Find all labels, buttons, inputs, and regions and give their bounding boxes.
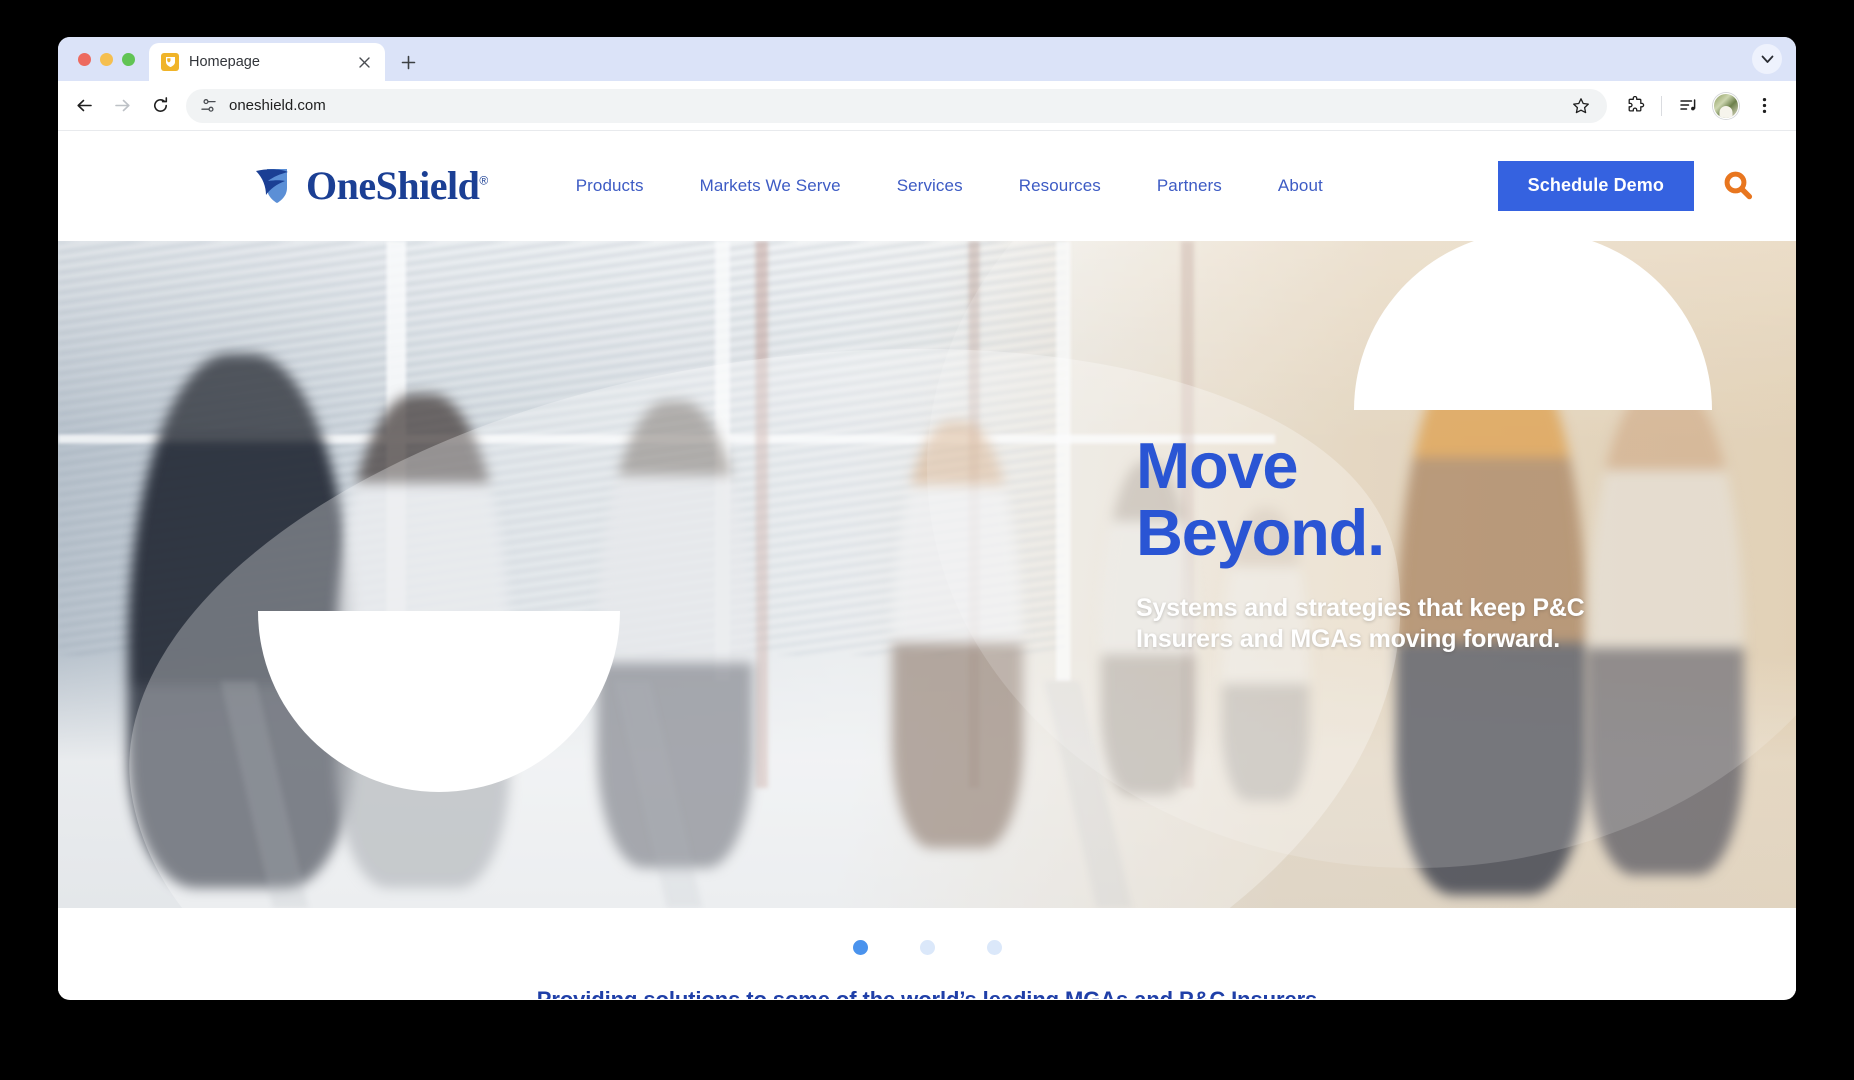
url-text: oneshield.com — [229, 97, 326, 114]
logo-wordmark: OneShield® — [306, 166, 488, 206]
toolbar-divider — [1661, 95, 1662, 116]
carousel-dot-1[interactable] — [852, 940, 868, 955]
bookmark-star-icon[interactable] — [1569, 94, 1593, 118]
extensions-puzzle-icon[interactable] — [1617, 88, 1653, 124]
hero-carousel-slide: Move Beyond. Systems and strategies that… — [58, 241, 1796, 908]
carousel-dot-3[interactable] — [986, 940, 1002, 955]
carousel-dots — [58, 908, 1796, 955]
avatar — [1713, 92, 1739, 119]
media-control-icon[interactable] — [1670, 88, 1706, 124]
nav-item-resources[interactable]: Resources — [1019, 176, 1101, 196]
shield-favicon — [161, 53, 179, 71]
minimize-window-button[interactable] — [100, 52, 113, 66]
carousel-dot-2[interactable] — [919, 940, 935, 955]
tab-search-chevron-down-icon[interactable] — [1752, 44, 1782, 74]
forward-arrow-icon[interactable] — [104, 88, 140, 124]
nav-item-about[interactable]: About — [1278, 176, 1323, 196]
main-navigation: Products Markets We Serve Services Resou… — [576, 176, 1323, 196]
page-viewport: OneShield® Products Markets We Serve Ser… — [58, 131, 1796, 999]
three-dot-menu-icon[interactable] — [1746, 88, 1782, 124]
browser-window: Homepage oneshield.com OneShield® Produc… — [58, 37, 1796, 1000]
shield-wing-logo-icon — [254, 165, 300, 207]
nav-item-products[interactable]: Products — [576, 176, 644, 196]
hero-subheadline: Systems and strategies that keep P&C Ins… — [1136, 593, 1585, 654]
address-bar[interactable]: oneshield.com — [186, 88, 1607, 123]
new-tab-icon[interactable] — [391, 43, 425, 81]
below-hero-section: Providing solutions to some of the world… — [58, 908, 1796, 999]
schedule-demo-button[interactable]: Schedule Demo — [1497, 161, 1694, 211]
nav-item-partners[interactable]: Partners — [1157, 176, 1222, 196]
logo-text: OneShield — [306, 163, 480, 208]
partners-tagline: Providing solutions to some of the world… — [58, 987, 1796, 999]
nav-item-markets-we-serve[interactable]: Markets We Serve — [700, 176, 841, 196]
window-controls — [72, 37, 149, 81]
tab-strip: Homepage — [58, 37, 1796, 81]
header-actions: Schedule Demo — [1497, 161, 1760, 211]
logo-trademark: ® — [479, 173, 488, 188]
close-window-button[interactable] — [78, 52, 91, 66]
profile-avatar[interactable] — [1708, 88, 1744, 124]
close-tab-icon[interactable] — [355, 53, 373, 71]
maximize-window-button[interactable] — [122, 52, 135, 66]
reload-arrow-icon[interactable] — [142, 88, 178, 124]
back-arrow-icon[interactable] — [66, 88, 102, 124]
tab-title: Homepage — [189, 54, 260, 70]
browser-toolbar: oneshield.com — [58, 81, 1796, 131]
browser-tab[interactable]: Homepage — [149, 43, 385, 81]
hero-headline: Move Beyond. — [1136, 429, 1606, 569]
nav-item-services[interactable]: Services — [897, 176, 963, 196]
site-header: OneShield® Products Markets We Serve Ser… — [58, 131, 1796, 241]
hero-copy: Move Beyond. Systems and strategies that… — [1136, 429, 1606, 655]
search-icon[interactable] — [1716, 164, 1760, 208]
hero-headline-line-1: Move — [1136, 429, 1299, 502]
site-settings-tune-icon[interactable] — [200, 97, 217, 114]
oneshield-logo[interactable]: OneShield® — [254, 165, 488, 207]
hero-headline-line-2: Beyond. — [1136, 495, 1385, 569]
